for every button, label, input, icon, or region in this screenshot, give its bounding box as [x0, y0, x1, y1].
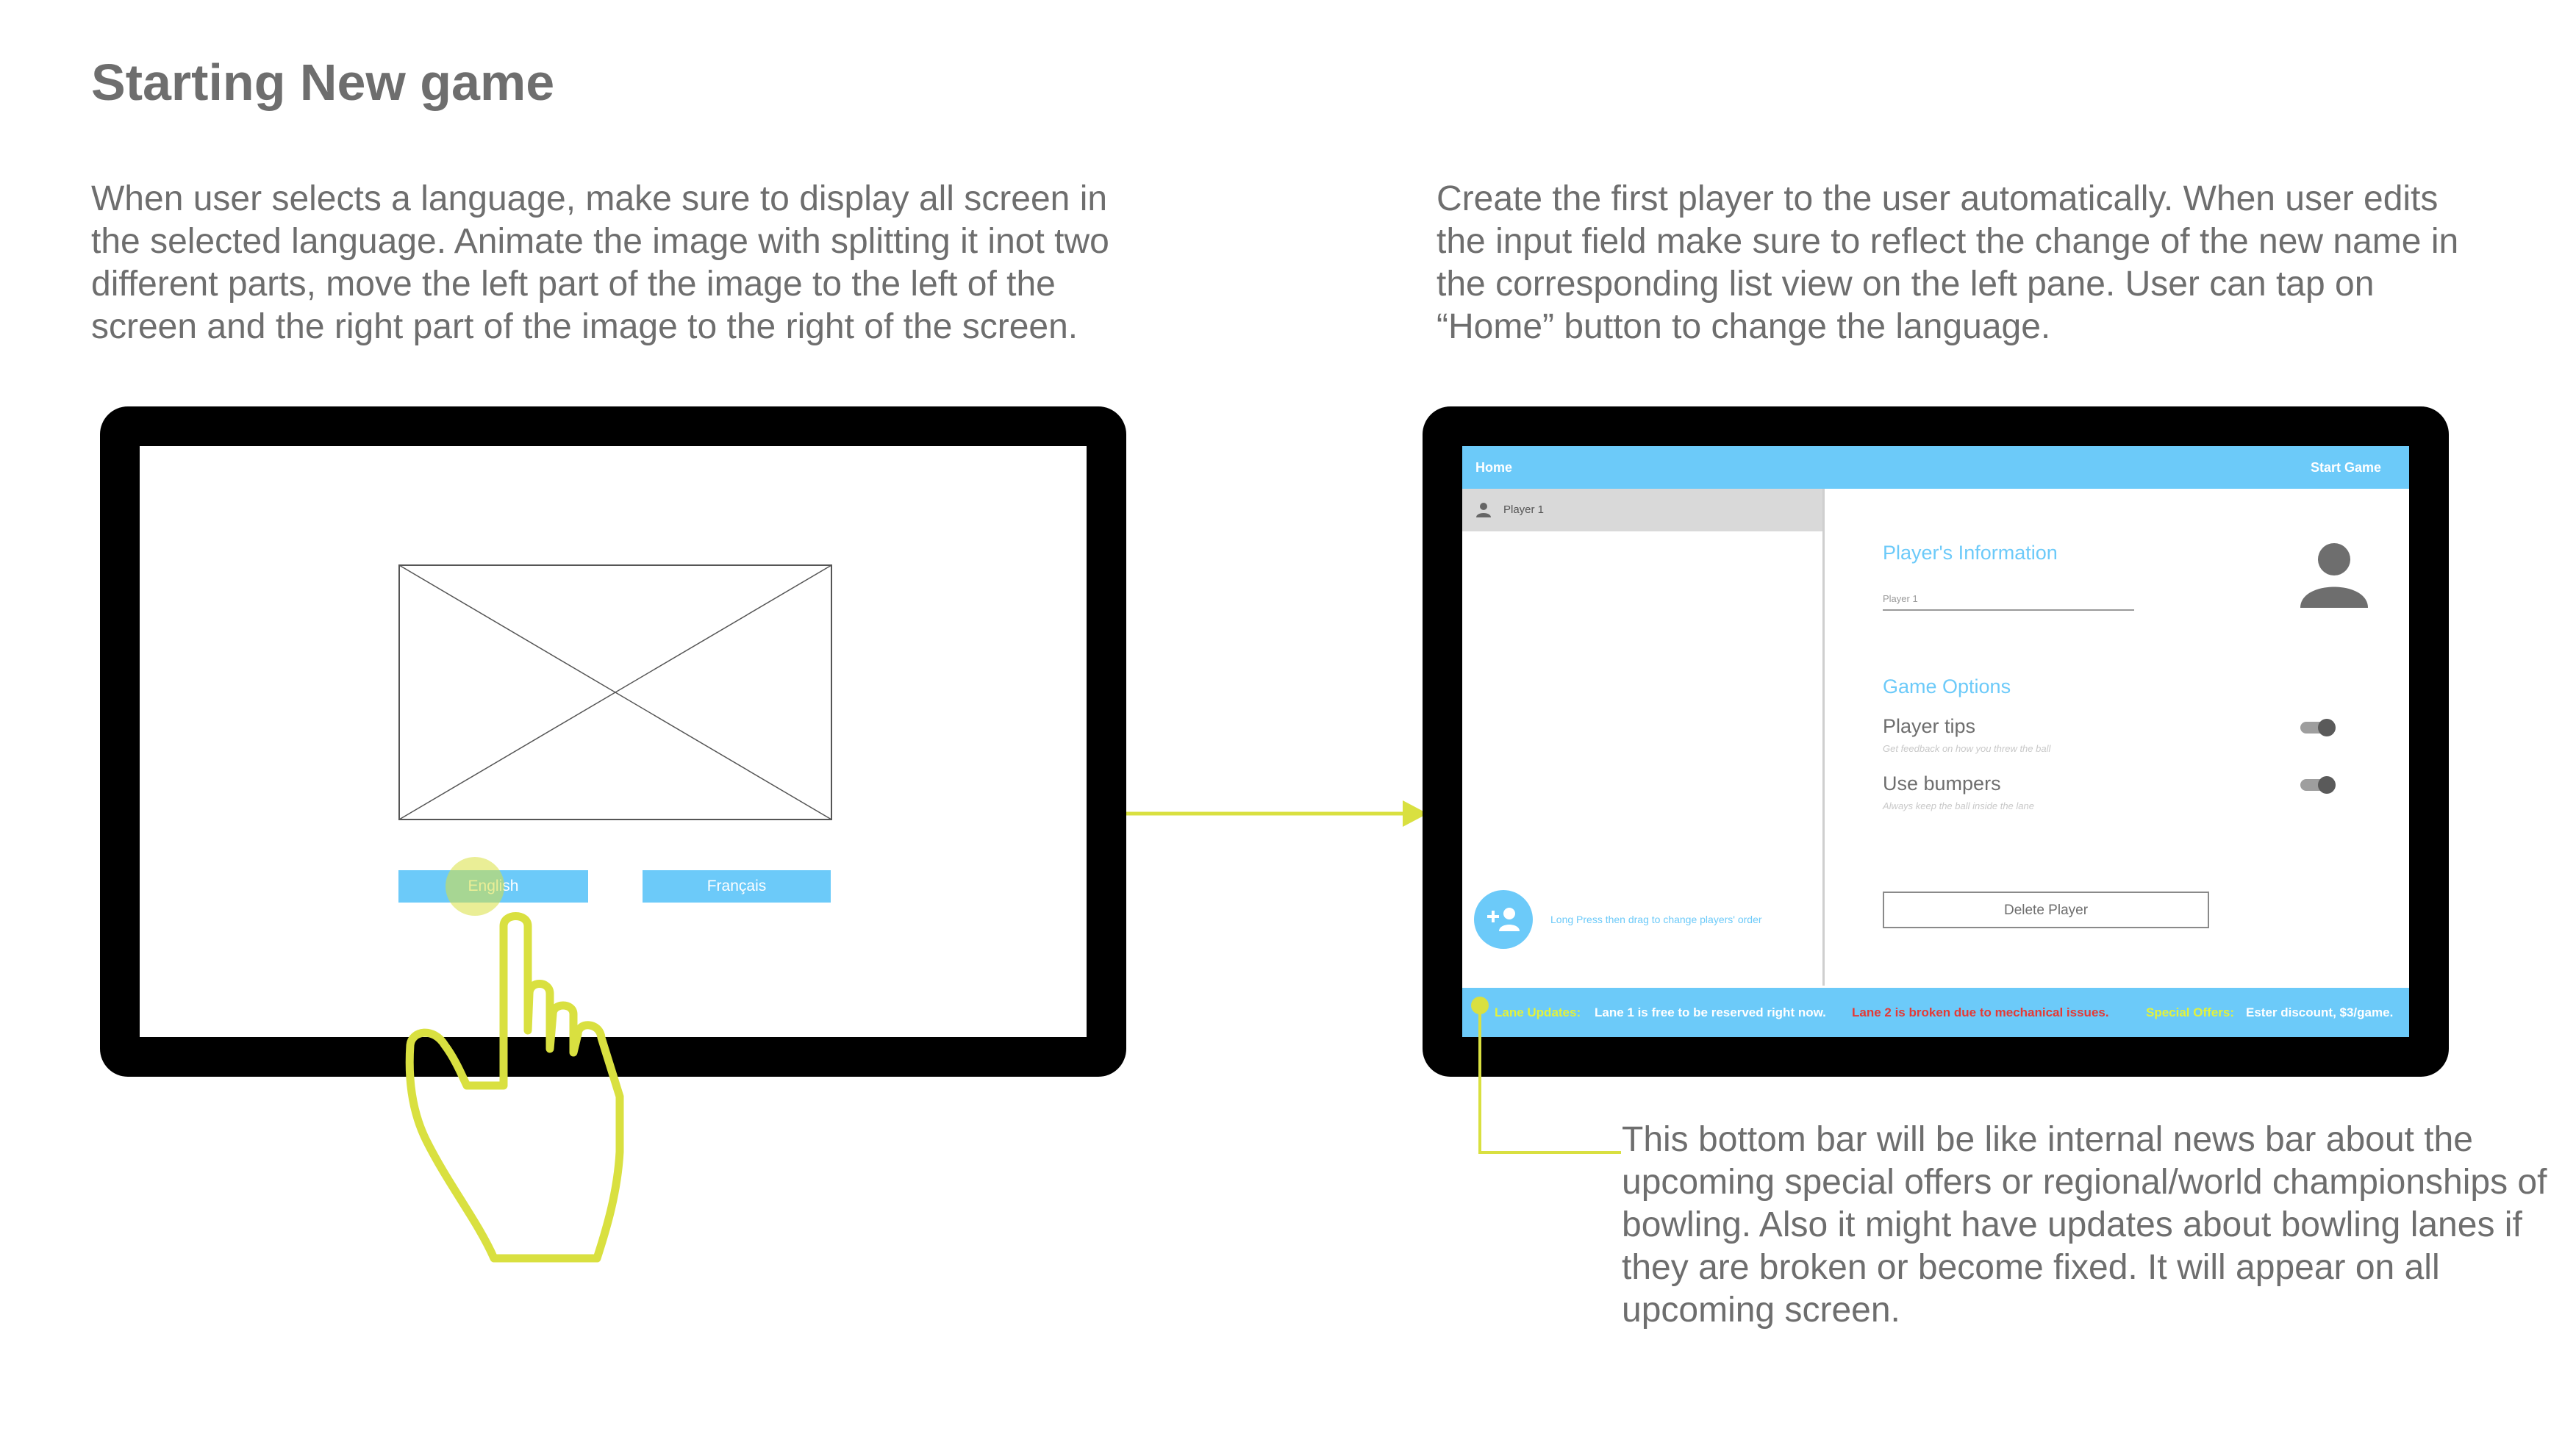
player-list-item[interactable]: Player 1 — [1462, 489, 1822, 531]
tablet-player-screen: Home Start Game Player 1 Long Press then… — [1423, 406, 2449, 1077]
use-bumpers-description: Always keep the ball inside the lane — [1883, 800, 2034, 811]
page-title: Starting New game — [91, 54, 555, 111]
callout-connector — [1471, 997, 1621, 1154]
player-tips-toggle[interactable] — [2300, 719, 2336, 736]
add-person-icon — [1487, 908, 1520, 931]
use-bumpers-toggle[interactable] — [2300, 776, 2336, 794]
player-tips-description: Get feedback on how you threw the ball — [1883, 743, 2051, 754]
special-offers-text: Ester discount, $3/game. — [2246, 1005, 2394, 1019]
app-header: Home Start Game — [1462, 446, 2409, 489]
lane2-update: Lane 2 is broken due to mechanical issue… — [1852, 1005, 2109, 1019]
game-options-title: Game Options — [1883, 675, 2011, 697]
player-list-pane: Player 1 Long Press then drag to change … — [1462, 489, 1825, 986]
reorder-hint: Long Press then drag to change players' … — [1550, 914, 1762, 925]
player-info-title: Player's Information — [1883, 542, 2058, 564]
lane1-update: Lane 1 is free to be reserved right now. — [1595, 1005, 1826, 1019]
home-button[interactable]: Home — [1475, 446, 1512, 489]
description-right: Create the first player to the user auto… — [1437, 179, 2459, 346]
description-left: When user selects a language, make sure … — [91, 179, 1109, 346]
special-offers-label: Special Offers: — [2146, 1005, 2234, 1019]
player-setup-screen: Home Start Game Player 1 Long Press then… — [1462, 446, 2409, 1037]
pointing-hand-icon — [405, 912, 624, 1263]
arrow-connector — [1126, 800, 1428, 827]
avatar-icon — [2300, 543, 2368, 608]
player-name-input[interactable] — [1883, 587, 2134, 611]
start-game-button[interactable]: Start Game — [2311, 446, 2381, 489]
person-icon — [1476, 503, 1491, 517]
delete-player-button[interactable]: Delete Player — [1883, 892, 2209, 928]
description-bottom: This bottom bar will be like internal ne… — [1622, 1120, 2547, 1330]
image-placeholder — [398, 564, 832, 820]
player-tips-label: Player tips — [1883, 715, 1976, 737]
use-bumpers-label: Use bumpers — [1883, 772, 2001, 795]
add-player-button[interactable] — [1474, 890, 1533, 949]
player-list-item-label: Player 1 — [1503, 503, 1545, 516]
francais-button[interactable]: Français — [643, 870, 831, 903]
